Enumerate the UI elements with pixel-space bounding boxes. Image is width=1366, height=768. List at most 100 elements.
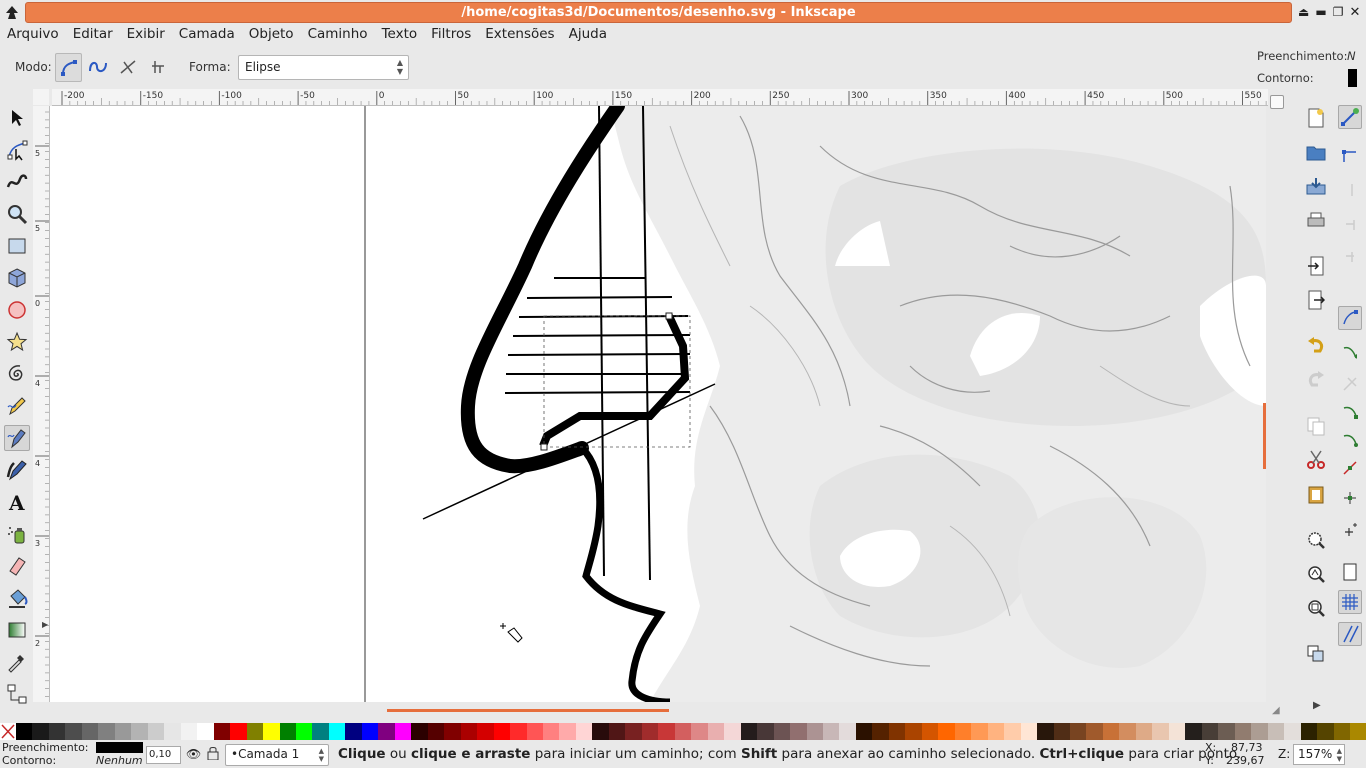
- node-tool[interactable]: [4, 137, 30, 163]
- duplicate-button[interactable]: [1304, 642, 1328, 666]
- color-swatch[interactable]: [526, 723, 543, 740]
- color-swatch[interactable]: [1152, 723, 1169, 740]
- color-swatch[interactable]: [1135, 723, 1153, 740]
- color-swatch[interactable]: [1070, 723, 1087, 740]
- close-icon[interactable]: ✕: [1349, 5, 1360, 20]
- color-swatch[interactable]: [295, 723, 313, 740]
- color-swatch[interactable]: [691, 723, 708, 740]
- color-swatch[interactable]: [757, 723, 774, 740]
- snap-rotation-center-button[interactable]: [1338, 518, 1362, 542]
- color-swatch[interactable]: [98, 723, 115, 740]
- rectangle-tool[interactable]: [4, 233, 30, 259]
- color-swatch[interactable]: [740, 723, 758, 740]
- snap-bbox-edge-button[interactable]: [1338, 178, 1362, 202]
- print-button[interactable]: [1304, 208, 1328, 232]
- color-swatch[interactable]: [312, 723, 329, 740]
- color-swatch[interactable]: [230, 723, 247, 740]
- color-swatch[interactable]: [246, 723, 264, 740]
- menu-camada[interactable]: Camada: [172, 24, 242, 46]
- snap-guides-button[interactable]: [1338, 622, 1362, 646]
- star-tool[interactable]: [4, 329, 30, 355]
- vertical-scrollbar-thumb[interactable]: [1263, 403, 1266, 469]
- color-swatch[interactable]: [263, 723, 280, 740]
- menu-arquivo[interactable]: Arquivo: [0, 24, 66, 46]
- menu-texto[interactable]: Texto: [375, 24, 425, 46]
- horizontal-ruler[interactable]: -200 -150 -100 -50 0 50 100 150 200 250 300 350 400 4…: [52, 89, 1268, 106]
- snap-object-centers-button[interactable]: [1338, 486, 1362, 510]
- color-swatch[interactable]: [411, 723, 428, 740]
- color-swatch[interactable]: [114, 723, 132, 740]
- color-swatch[interactable]: [1004, 723, 1021, 740]
- color-swatch[interactable]: [477, 723, 494, 740]
- color-swatch[interactable]: [1053, 723, 1070, 740]
- minimize-icon[interactable]: ▬: [1315, 5, 1326, 20]
- lock-guides-button[interactable]: [1270, 95, 1284, 109]
- color-swatch[interactable]: [1185, 723, 1202, 740]
- tweak-tool[interactable]: [4, 169, 30, 195]
- color-swatch[interactable]: [575, 723, 593, 740]
- color-swatch[interactable]: [1284, 723, 1301, 740]
- color-swatch[interactable]: [1086, 723, 1103, 740]
- color-swatch[interactable]: [1168, 723, 1186, 740]
- snap-page-border-button[interactable]: [1338, 560, 1362, 584]
- maximize-icon[interactable]: ❐: [1333, 5, 1344, 20]
- color-swatch[interactable]: [1317, 723, 1334, 740]
- color-swatch[interactable]: [1267, 723, 1285, 740]
- gradient-tool[interactable]: [4, 617, 30, 643]
- color-swatch[interactable]: [707, 723, 725, 740]
- redo-button[interactable]: [1304, 368, 1328, 392]
- color-swatch[interactable]: [279, 723, 296, 740]
- paste-button[interactable]: [1304, 482, 1328, 506]
- snap-bbox-midpoint-button[interactable]: [1338, 244, 1362, 268]
- drawing-canvas[interactable]: [50, 106, 1266, 702]
- color-swatch[interactable]: [938, 723, 955, 740]
- color-swatch[interactable]: [444, 723, 461, 740]
- color-swatch[interactable]: [921, 723, 939, 740]
- menu-editar[interactable]: Editar: [66, 24, 120, 46]
- bezier-mode-button[interactable]: [55, 53, 82, 82]
- menu-filtros[interactable]: Filtros: [424, 24, 478, 46]
- no-paint-swatch[interactable]: [0, 723, 16, 740]
- color-swatch[interactable]: [345, 723, 362, 740]
- shape-select[interactable]: Elipse ▲ ▼: [238, 55, 409, 80]
- status-stroke-value[interactable]: Nenhum: [96, 754, 143, 767]
- color-swatch[interactable]: [510, 723, 527, 740]
- color-swatch[interactable]: [888, 723, 906, 740]
- color-swatch[interactable]: [822, 723, 840, 740]
- zoom-page-button[interactable]: [1304, 596, 1328, 620]
- color-swatch[interactable]: [641, 723, 659, 740]
- color-swatch[interactable]: [839, 723, 856, 740]
- color-swatch[interactable]: [971, 723, 988, 740]
- snap-line-midpoints-button[interactable]: [1338, 456, 1362, 480]
- color-swatch[interactable]: [361, 723, 379, 740]
- color-swatch[interactable]: [954, 723, 972, 740]
- color-swatch[interactable]: [1251, 723, 1268, 740]
- eraser-tool[interactable]: [4, 553, 30, 579]
- node-handle-bottom[interactable]: [540, 443, 548, 451]
- color-swatch[interactable]: [48, 723, 66, 740]
- snap-toggle-button[interactable]: [1338, 105, 1362, 129]
- color-swatch[interactable]: [658, 723, 675, 740]
- color-swatch[interactable]: [378, 723, 395, 740]
- text-tool[interactable]: A: [4, 489, 30, 515]
- cut-button[interactable]: [1304, 448, 1328, 472]
- open-button[interactable]: [1304, 140, 1328, 164]
- snap-intersections-button[interactable]: [1338, 372, 1362, 396]
- color-swatch[interactable]: [328, 723, 346, 740]
- snap-cusp-nodes-button[interactable]: [1338, 400, 1362, 424]
- dropper-tool[interactable]: [4, 649, 30, 675]
- resize-corner-icon[interactable]: ◢: [1272, 705, 1280, 716]
- snap-smooth-nodes-button[interactable]: [1338, 428, 1362, 452]
- zoom-spinbox[interactable]: 157% ▲ ▼: [1293, 744, 1345, 765]
- import-button[interactable]: [1304, 254, 1328, 278]
- shade-icon[interactable]: ⏏: [1298, 5, 1309, 20]
- copy-button[interactable]: [1304, 414, 1328, 438]
- color-swatch[interactable]: [905, 723, 922, 740]
- color-swatch[interactable]: [674, 723, 692, 740]
- menu-caminho[interactable]: Caminho: [301, 24, 375, 46]
- color-swatch[interactable]: [147, 723, 165, 740]
- color-swatch[interactable]: [1037, 723, 1054, 740]
- hatch-lines[interactable]: [504, 277, 691, 394]
- status-fill-swatch[interactable]: [96, 742, 143, 753]
- color-swatch[interactable]: [1234, 723, 1252, 740]
